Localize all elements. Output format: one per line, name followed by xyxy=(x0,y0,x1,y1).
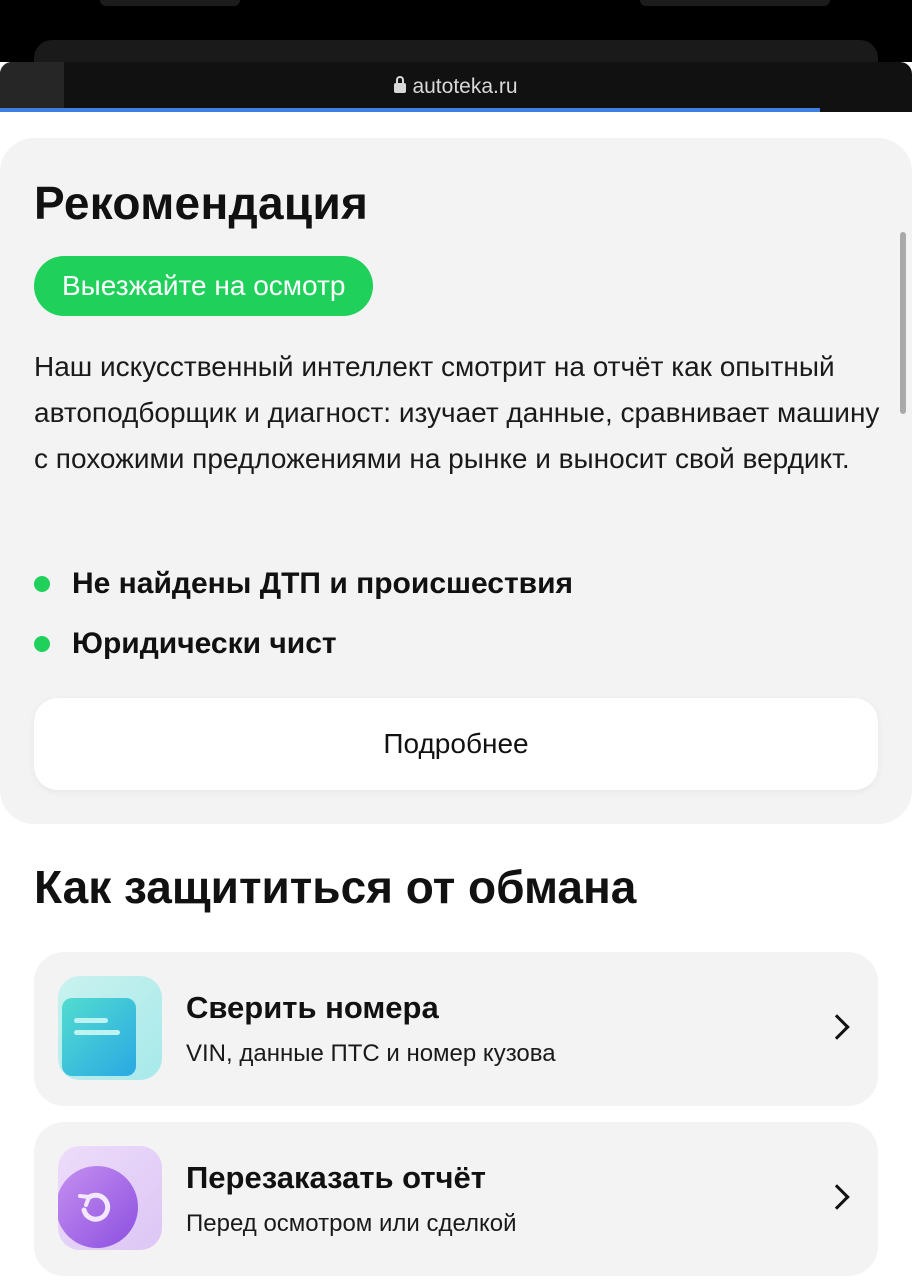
chevron-right-icon xyxy=(824,1184,850,1210)
action-title: Перезаказать отчёт xyxy=(186,1160,486,1195)
green-dot-icon xyxy=(34,636,50,652)
recommendation-description: Наш искусственный интеллект смотрит на о… xyxy=(34,351,880,474)
section-title: Как защититься от обмана xyxy=(34,861,637,913)
recommendation-title: Рекомендация xyxy=(34,177,369,229)
status-icons xyxy=(640,0,830,6)
status-clock xyxy=(100,0,240,6)
action-subtitle: Перед осмотром или сделкой xyxy=(186,1210,517,1237)
check-item: Не найдены ДТП и происшествия xyxy=(34,564,573,604)
status-bar xyxy=(0,0,912,80)
recommendation-card: Рекомендация Выезжайте на осмотр Наш иск… xyxy=(0,138,912,824)
address-bar[interactable]: autoteka.ru xyxy=(0,62,912,112)
more-details-button[interactable]: Подробнее xyxy=(34,698,878,790)
chevron-right-icon xyxy=(824,1014,850,1040)
verdict-badge: Выезжайте на осмотр xyxy=(34,256,374,316)
url-text: autoteka.ru xyxy=(412,75,518,98)
document-icon xyxy=(58,976,162,1080)
action-subtitle: VIN, данные ПТС и номер кузова xyxy=(186,1040,556,1067)
url-display[interactable]: autoteka.ru xyxy=(0,75,912,99)
refresh-icon xyxy=(58,1146,162,1250)
check-item: Юридически чист xyxy=(34,624,337,664)
action-title: Сверить номера xyxy=(186,990,439,1025)
check-label: Не найдены ДТП и происшествия xyxy=(72,567,574,600)
verify-numbers-card[interactable]: Сверить номера VIN, данные ПТС и номер к… xyxy=(34,952,878,1106)
reorder-report-card[interactable]: Перезаказать отчёт Перед осмотром или сд… xyxy=(34,1122,878,1276)
page-load-progress xyxy=(0,108,820,112)
lock-icon xyxy=(394,76,407,93)
scrollbar[interactable] xyxy=(900,232,906,414)
check-label: Юридически чист xyxy=(72,627,337,660)
green-dot-icon xyxy=(34,576,50,592)
